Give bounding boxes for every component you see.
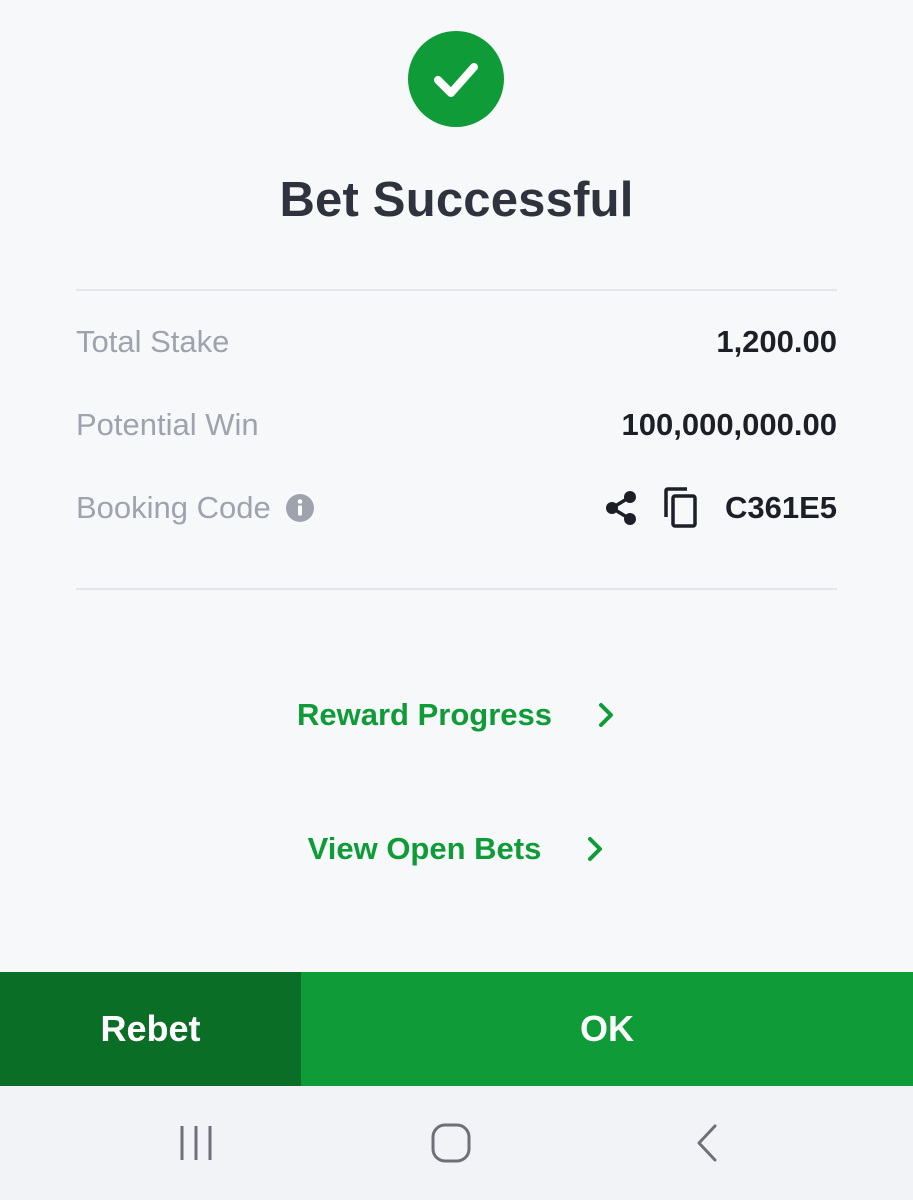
booking-code-value-group: C361E5 (603, 487, 837, 529)
recent-apps-icon[interactable] (136, 1086, 256, 1200)
divider-bottom (76, 588, 837, 590)
back-icon[interactable] (648, 1086, 768, 1200)
chevron-right-icon (585, 834, 605, 864)
bet-success-screen: Bet Successful Total Stake 1,200.00 Pote… (0, 0, 913, 1200)
booking-code-label: Booking Code (76, 490, 271, 525)
page-title: Bet Successful (279, 173, 634, 227)
ok-button[interactable]: OK (301, 972, 913, 1086)
home-icon[interactable] (391, 1086, 511, 1200)
reward-progress-link[interactable]: Reward Progress (0, 690, 913, 740)
rebet-button[interactable]: Rebet (0, 972, 301, 1086)
copy-icon[interactable] (663, 487, 699, 529)
booking-code-row: Booking Code C361E5 (76, 483, 837, 533)
share-icon[interactable] (603, 489, 639, 527)
action-button-bar: Rebet OK (0, 972, 913, 1086)
system-navigation-bar (0, 1086, 913, 1200)
booking-code-label-group: Booking Code (76, 490, 315, 526)
potential-win-value: 100,000,000.00 (621, 407, 838, 442)
chevron-right-icon (596, 700, 616, 730)
view-open-bets-label: View Open Bets (307, 831, 542, 866)
check-circle-icon (408, 31, 504, 127)
total-stake-row: Total Stake 1,200.00 (76, 317, 837, 367)
total-stake-value: 1,200.00 (716, 324, 837, 359)
potential-win-row: Potential Win 100,000,000.00 (76, 400, 837, 450)
booking-code-value: C361E5 (724, 490, 837, 525)
divider-top (76, 289, 837, 291)
potential-win-label: Potential Win (76, 407, 259, 442)
view-open-bets-link[interactable]: View Open Bets (0, 824, 913, 874)
info-icon[interactable] (285, 493, 315, 523)
total-stake-label: Total Stake (76, 324, 230, 359)
reward-progress-label: Reward Progress (297, 697, 552, 732)
